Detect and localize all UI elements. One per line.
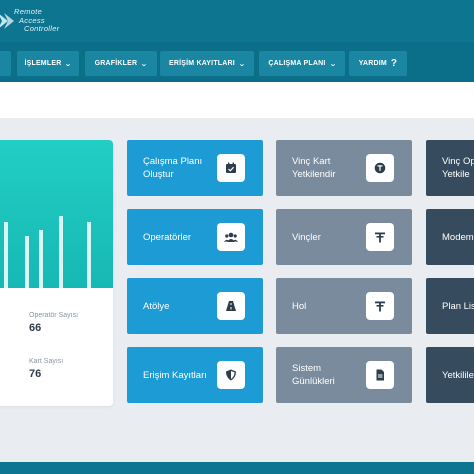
calendar-check-icon — [217, 154, 245, 182]
tile-vinc-operator-yetkilendir[interactable]: Vinç Op Yetkile — [426, 140, 474, 196]
nav-label: ÇALIŞMA PLANI — [268, 60, 326, 67]
chevron-down-icon: ⌄ — [140, 60, 149, 68]
stats-chart — [0, 140, 113, 288]
brand-line-3: Controller — [24, 24, 60, 33]
crane-icon — [366, 223, 394, 251]
tile-calisma-plani-olustur[interactable]: Çalışma Planı Oluştur — [127, 140, 263, 196]
nav-label: ERİŞİM KAYITLARI — [168, 60, 235, 67]
top-header: Remote Access Controller — [0, 0, 474, 42]
tile-label: Vinç Op Yetkile — [442, 156, 474, 180]
operator-count-label: Operatör Sayısı — [29, 312, 79, 319]
nav-item-grafikler[interactable]: GRAFİKLER ⌄ — [85, 51, 157, 76]
nav-item-islemler[interactable]: İŞLEMLER ⌄ — [17, 51, 79, 76]
tile-label: Erişim Kayıtları — [143, 369, 207, 381]
footer-bar — [0, 462, 474, 474]
brand-name: Remote Access Controller — [14, 7, 60, 34]
nav-item-partial[interactable] — [0, 51, 11, 76]
operator-count-value: 66 — [29, 322, 42, 334]
tile-label: Operatörler — [143, 231, 192, 243]
tile-plan-listesi[interactable]: Plan Lis — [426, 278, 474, 334]
tile-label: Hol — [292, 300, 307, 312]
tile-operatorler[interactable]: Operatörler — [127, 209, 263, 265]
nav-label: İŞLEMLER — [24, 60, 62, 67]
tile-label: Yetkilile — [442, 369, 474, 381]
nav-item-erisim-kayitlari[interactable]: ERİŞİM KAYITLARI ⌄ — [160, 51, 254, 76]
coin-icon — [366, 154, 394, 182]
stats-card: Operatör Sayısı 66 Kart Sayısı 76 — [0, 140, 113, 406]
tile-vinc-kart-yetkilendir[interactable]: Vinç Kart Yetkilendir — [276, 140, 412, 196]
tile-label: Atölye — [143, 300, 170, 312]
nav-label: GRAFİKLER — [94, 60, 138, 67]
tile-vincler[interactable]: Vinçler — [276, 209, 412, 265]
tile-erisim-kayitlari[interactable]: Erişim Kayıtları — [127, 347, 263, 403]
chart-bar — [25, 236, 29, 288]
help-icon: ? — [390, 58, 398, 69]
tile-label: Vinçler — [292, 231, 321, 243]
tile-label: Sistem Günlükleri — [292, 363, 335, 387]
chevron-down-icon: ⌄ — [328, 60, 337, 68]
tile-atolye[interactable]: Atölye — [127, 278, 263, 334]
tile-modemler[interactable]: Modem — [426, 209, 474, 265]
chart-bar — [87, 222, 91, 288]
chart-bar — [4, 222, 8, 288]
page-subheader — [0, 82, 474, 118]
chart-bar — [59, 216, 63, 288]
card-count-value: 76 — [29, 368, 42, 380]
tile-label: Çalışma Planı Oluştur — [143, 156, 203, 180]
chart-bar — [39, 230, 43, 288]
tile-hol[interactable]: Hol — [276, 278, 412, 334]
users-icon — [217, 223, 245, 251]
chevron-down-icon: ⌄ — [238, 60, 246, 68]
road-icon — [217, 292, 245, 320]
main-navbar: İŞLEMLER ⌄ GRAFİKLER ⌄ ERİŞİM KAYITLARI … — [0, 42, 474, 82]
tile-label: Plan Lis — [442, 300, 474, 312]
crane-icon — [366, 292, 394, 320]
shield-icon — [217, 361, 245, 389]
tile-label: Modem — [442, 231, 474, 243]
file-icon — [366, 361, 394, 389]
chart-background — [0, 140, 113, 288]
nav-item-calisma-plani[interactable]: ÇALIŞMA PLANI ⌄ — [259, 51, 345, 76]
tile-sistem-gunlukleri[interactable]: Sistem Günlükleri — [276, 347, 412, 403]
card-count-label: Kart Sayısı — [29, 358, 64, 365]
nav-item-yardim[interactable]: YARDIM ? — [349, 51, 407, 76]
tile-yetkililer[interactable]: Yetkilile — [426, 347, 474, 403]
chevron-down-icon: ⌄ — [64, 60, 73, 68]
tile-label: Vinç Kart Yetkilendir — [292, 156, 336, 180]
nav-label: YARDIM — [358, 60, 387, 67]
